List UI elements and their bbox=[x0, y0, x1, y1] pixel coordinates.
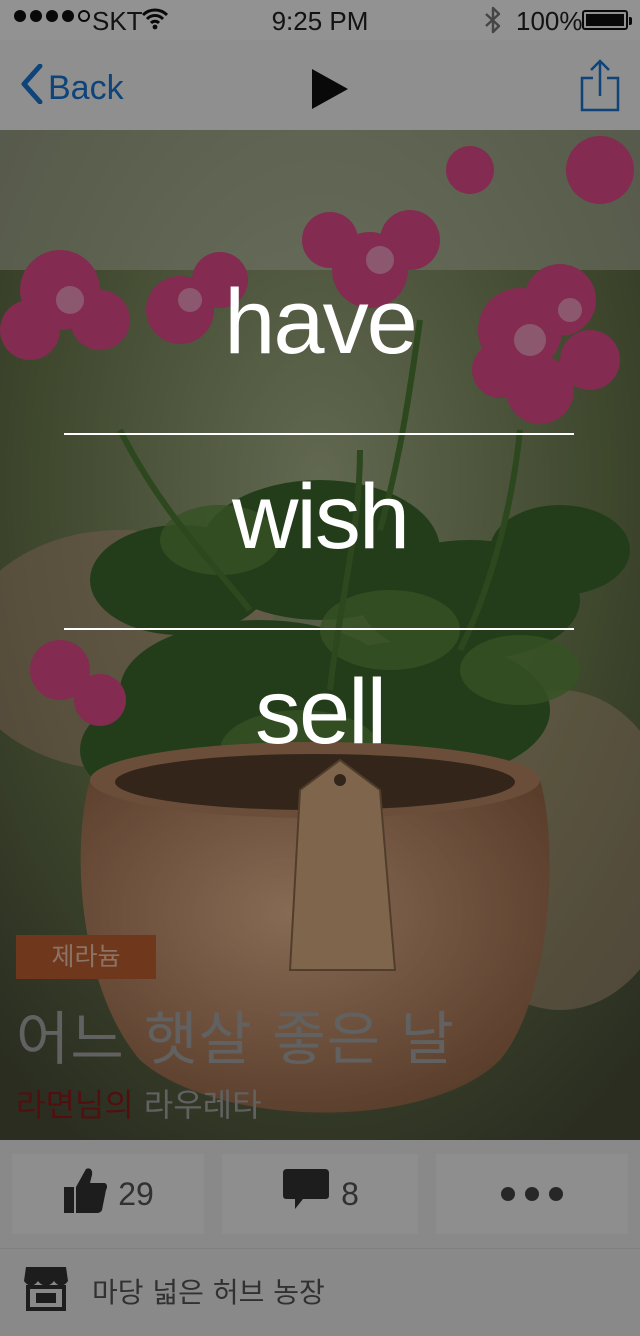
collection-menu: have wish sell bbox=[0, 0, 640, 1336]
have-option[interactable]: have bbox=[0, 270, 640, 375]
wish-option[interactable]: wish bbox=[0, 465, 640, 570]
screen: SKT 9:25 PM 100% Back 제라늄 어느 햇살 좋은 날 라면님… bbox=[0, 0, 640, 1336]
menu-divider bbox=[64, 628, 574, 630]
menu-divider bbox=[64, 433, 574, 435]
sell-option[interactable]: sell bbox=[0, 660, 640, 765]
